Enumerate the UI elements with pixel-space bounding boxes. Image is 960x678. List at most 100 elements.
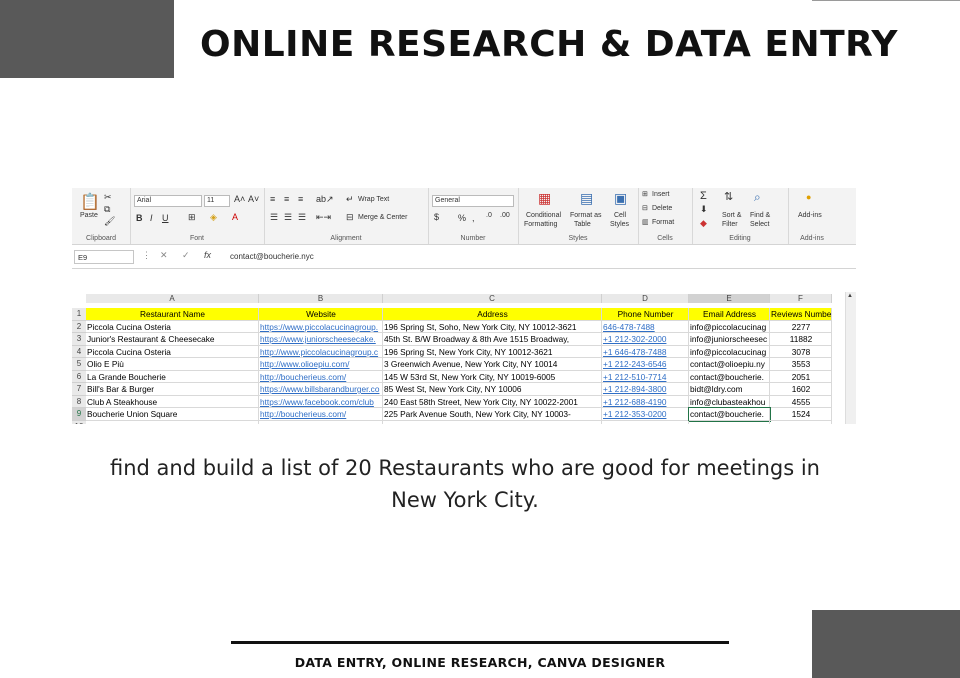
- delete-icon[interactable]: ⊟: [642, 204, 648, 212]
- table-cell[interactable]: La Grande Boucherie: [86, 370, 259, 383]
- table-cell[interactable]: +1 212-918-1330: [602, 420, 689, 424]
- table-cell[interactable]: +1 212-243-6546: [602, 358, 689, 371]
- row-header-5[interactable]: 5: [72, 358, 86, 371]
- scroll-up-icon[interactable]: ▲: [847, 293, 853, 299]
- header-cell[interactable]: Website: [259, 308, 383, 321]
- paste-button[interactable]: Paste: [80, 212, 98, 219]
- table-cell[interactable]: Boucherie Union Square: [86, 408, 259, 421]
- cancel-icon[interactable]: ✕: [160, 250, 168, 261]
- table-cell[interactable]: https://www.billsbarandburger.co: [259, 383, 383, 396]
- table-cell[interactable]: 85 West St, New York City, NY 10006: [383, 383, 602, 396]
- table-cell[interactable]: info@clubasteakhou: [689, 395, 770, 408]
- row-header-3[interactable]: 3: [72, 333, 86, 346]
- format-icon[interactable]: ▥: [642, 218, 649, 226]
- column-header-e[interactable]: E: [689, 294, 770, 303]
- font-name-select[interactable]: Arial: [134, 195, 202, 207]
- find-select-icon[interactable]: ⌕: [754, 190, 761, 205]
- table-cell[interactable]: bidt@ldry.com: [689, 383, 770, 396]
- column-header-c[interactable]: C: [383, 294, 602, 303]
- row-header-10[interactable]: 10: [72, 420, 86, 424]
- row-header-6[interactable]: 6: [72, 370, 86, 383]
- clear-icon[interactable]: ◆: [700, 218, 707, 229]
- table-cell[interactable]: Junior's Restaurant & Cheesecake: [86, 333, 259, 346]
- indent-icon[interactable]: ⇤⇥: [316, 212, 331, 223]
- addins-icon[interactable]: ●: [806, 192, 811, 202]
- table-cell[interactable]: 3553: [770, 358, 832, 371]
- name-box[interactable]: E9: [74, 250, 134, 264]
- column-header-b[interactable]: B: [259, 294, 383, 303]
- table-cell[interactable]: contact@olioepiu.ny: [689, 358, 770, 371]
- wrap-text-icon[interactable]: ↵: [346, 194, 354, 205]
- grow-font-icon[interactable]: A˄: [234, 194, 245, 204]
- row-header-4[interactable]: 4: [72, 345, 86, 358]
- align-center-icon[interactable]: ☰: [284, 212, 292, 223]
- table-cell[interactable]: contact@boucherie.: [688, 407, 771, 422]
- table-cell[interactable]: +1 212-894-3800: [602, 383, 689, 396]
- row-header-8[interactable]: 8: [72, 395, 86, 408]
- table-cell[interactable]: 2277: [770, 320, 832, 333]
- fill-icon[interactable]: ⬇: [700, 204, 708, 215]
- insert-icon[interactable]: ⊞: [642, 190, 648, 198]
- header-cell[interactable]: Address: [383, 308, 602, 321]
- vertical-scrollbar[interactable]: ▲: [845, 292, 856, 424]
- table-cell[interactable]: Dos Caminos: [86, 420, 259, 424]
- percent-button[interactable]: %: [458, 213, 466, 223]
- conditional-formatting-button[interactable]: Conditional: [526, 212, 561, 219]
- table-cell[interactable]: 1524: [770, 408, 832, 421]
- borders-icon[interactable]: ⊞: [188, 212, 196, 223]
- table-cell[interactable]: https://www.juniorscheesecake.: [259, 333, 383, 346]
- decrease-decimal-icon[interactable]: .00: [500, 212, 510, 219]
- format-painter-icon[interactable]: 🖌: [104, 216, 115, 227]
- table-cell[interactable]: Piccola Cucina Osteria: [86, 345, 259, 358]
- shrink-font-icon[interactable]: A˅: [248, 194, 259, 204]
- row-header-2[interactable]: 2: [72, 320, 86, 333]
- table-cell[interactable]: 3078: [770, 345, 832, 358]
- enter-icon[interactable]: ✓: [182, 250, 190, 261]
- font-color-icon[interactable]: A: [232, 212, 238, 222]
- merge-center-button[interactable]: Merge & Center: [358, 214, 407, 221]
- addins-button[interactable]: Add-ins: [798, 212, 822, 219]
- table-cell[interactable]: 1567 Broadway Between 46th Street & 47th…: [383, 420, 602, 424]
- sort-filter-button[interactable]: Sort &: [722, 212, 741, 219]
- column-header-a[interactable]: A: [86, 294, 259, 303]
- formula-input[interactable]: contact@boucherie.nyc: [230, 250, 850, 264]
- header-cell[interactable]: Phone Number: [602, 308, 689, 321]
- align-top-icon[interactable]: ≡: [270, 194, 275, 204]
- table-cell[interactable]: info@piccolacucinag: [689, 320, 770, 333]
- table-cell[interactable]: 1852: [770, 420, 832, 424]
- table-cell[interactable]: info@piccolacucinag: [689, 345, 770, 358]
- function-icon[interactable]: fx: [204, 250, 211, 260]
- wrap-text-button[interactable]: Wrap Text: [358, 196, 389, 203]
- increase-decimal-icon[interactable]: .0: [486, 212, 492, 219]
- row-header-1[interactable]: 1: [72, 308, 86, 321]
- align-right-icon[interactable]: ☰: [298, 212, 306, 223]
- table-cell[interactable]: contact@boucherie.: [689, 370, 770, 383]
- delete-button[interactable]: Delete: [652, 205, 672, 212]
- row-header-9[interactable]: 9: [72, 408, 86, 421]
- table-cell[interactable]: 240 East 58th Street, New York City, NY …: [383, 395, 602, 408]
- table-cell[interactable]: Olio E Più: [86, 358, 259, 371]
- align-bottom-icon[interactable]: ≡: [298, 194, 303, 204]
- table-cell[interactable]: http://www.piccolacucinagroup.c: [259, 345, 383, 358]
- align-middle-icon[interactable]: ≡: [284, 194, 289, 204]
- table-cell[interactable]: 196 Spring St, New York City, NY 10012-3…: [383, 345, 602, 358]
- insert-button[interactable]: Insert: [652, 191, 670, 198]
- table-cell[interactable]: Bill's Bar & Burger: [86, 383, 259, 396]
- currency-icon[interactable]: $: [434, 212, 439, 222]
- table-cell[interactable]: https://www.instagra: [689, 420, 770, 424]
- table-cell[interactable]: +1 212-302-2000: [602, 333, 689, 346]
- header-cell[interactable]: Restaurant Name: [86, 308, 259, 321]
- table-cell[interactable]: 11882: [770, 333, 832, 346]
- sort-filter-icon[interactable]: ⇅: [724, 190, 733, 203]
- row-header-7[interactable]: 7: [72, 383, 86, 396]
- table-cell[interactable]: 196 Spring St, Soho, New York City, NY 1…: [383, 320, 602, 333]
- font-size-select[interactable]: 11: [204, 195, 230, 207]
- table-cell[interactable]: https://www.facebook.com/club: [259, 395, 383, 408]
- conditional-formatting-icon[interactable]: ▦: [538, 190, 551, 207]
- bold-button[interactable]: B: [136, 213, 143, 223]
- comma-button[interactable]: ,: [472, 213, 475, 223]
- table-cell[interactable]: +1 212-688-4190: [602, 395, 689, 408]
- table-cell[interactable]: 4555: [770, 395, 832, 408]
- table-cell[interactable]: +1 212-353-0200: [602, 408, 689, 421]
- table-cell[interactable]: http://boucherieus.com/: [259, 408, 383, 421]
